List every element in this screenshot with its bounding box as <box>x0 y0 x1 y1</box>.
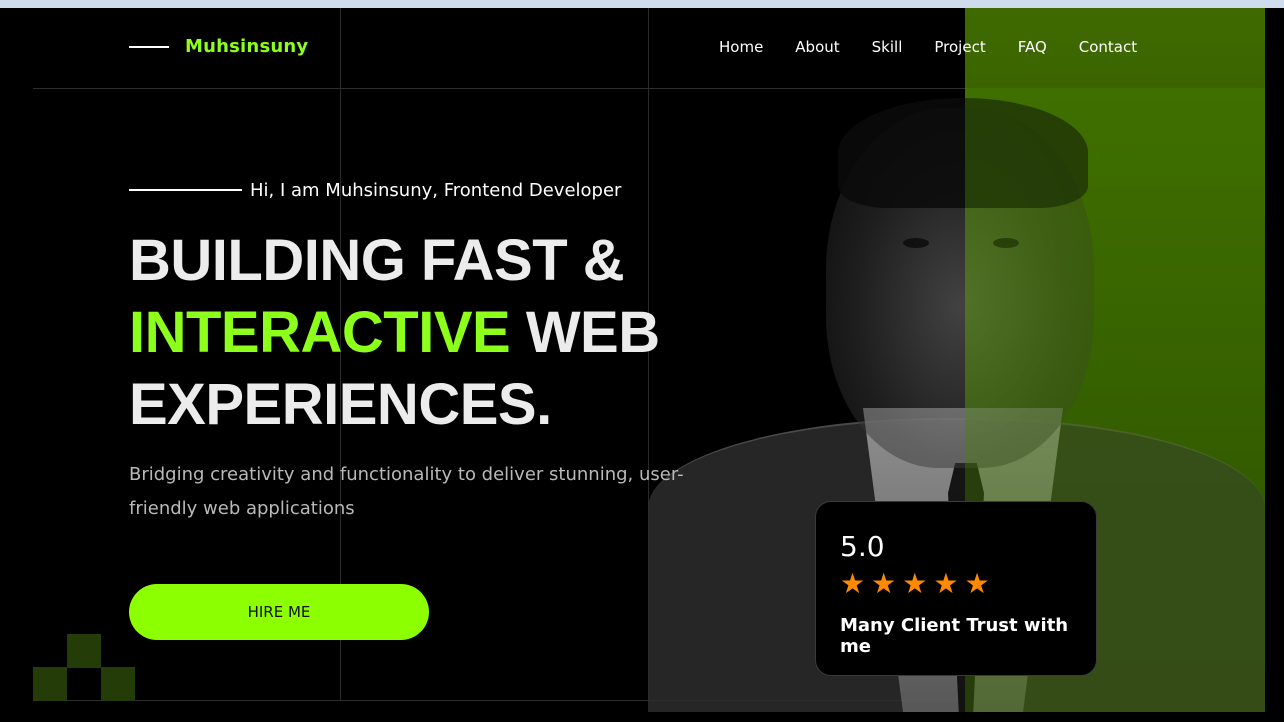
pixel-decoration <box>33 667 67 701</box>
nav-about[interactable]: About <box>795 38 839 56</box>
brand-logo[interactable]: Muhsinsuny <box>185 36 308 57</box>
headline-accent: INTERACTIVE <box>129 300 511 365</box>
star-icon: ★ <box>933 567 959 600</box>
star-icon: ★ <box>840 567 866 600</box>
hero-description: Bridging creativity and functionality to… <box>129 464 684 519</box>
rating-caption: Many Client Trust with me <box>840 615 1069 657</box>
brand-line <box>129 46 169 48</box>
rating-value: 5.0 <box>840 530 885 563</box>
headline-line-2-rest: WEB <box>525 300 660 365</box>
star-icon: ★ <box>964 567 990 600</box>
nav-faq[interactable]: FAQ <box>1018 38 1047 56</box>
nav-project[interactable]: Project <box>934 38 985 56</box>
star-rating: ★ ★ ★ ★ ★ <box>840 570 990 598</box>
nav-contact[interactable]: Contact <box>1079 38 1137 56</box>
headline-line-1: BUILDING FAST & <box>129 228 625 293</box>
pixel-decoration <box>101 667 135 701</box>
rating-card: 5.0 ★ ★ ★ ★ ★ Many Client Trust with me <box>815 501 1097 676</box>
main-nav: Home About Skill Project FAQ Contact <box>719 38 1137 56</box>
browser-top-strip <box>0 0 1284 8</box>
intro-line <box>129 189 242 191</box>
intro-text: Hi, I am Muhsinsuny, Frontend Developer <box>250 180 622 201</box>
portrait-eye <box>903 238 929 248</box>
star-icon: ★ <box>871 567 897 600</box>
nav-skill[interactable]: Skill <box>872 38 903 56</box>
headline-line-3: EXPERIENCES. <box>129 372 552 437</box>
star-icon: ★ <box>902 567 928 600</box>
nav-home[interactable]: Home <box>719 38 763 56</box>
hero-headline: BUILDING FAST & INTERACTIVE WEB EXPERIEN… <box>129 225 660 441</box>
pixel-decoration <box>67 634 101 668</box>
hire-me-button[interactable]: HIRE ME <box>129 584 429 640</box>
